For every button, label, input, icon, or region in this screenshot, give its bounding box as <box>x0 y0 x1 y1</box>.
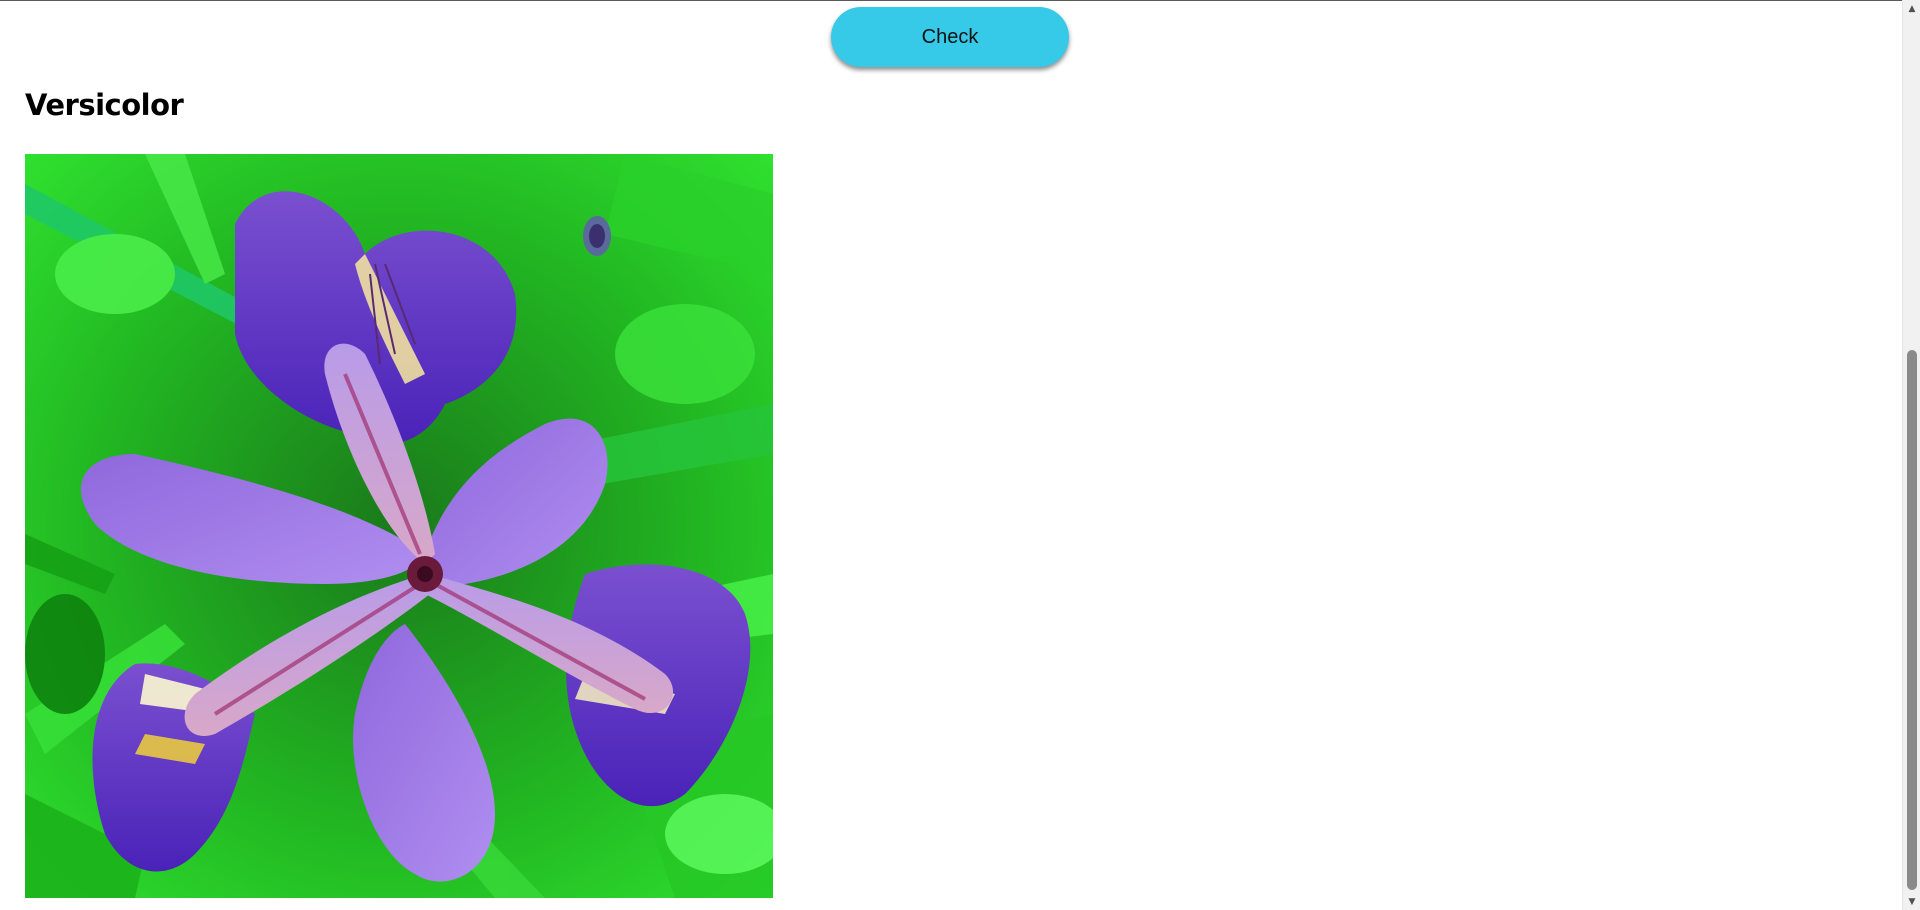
iris-flower-image <box>25 154 773 898</box>
vertical-scrollbar[interactable]: ▲ ▼ <box>1902 0 1920 910</box>
page-title: Versicolor <box>25 88 184 122</box>
page-content: Check Versicolor <box>0 0 1902 910</box>
scroll-thumb[interactable] <box>1907 350 1917 890</box>
scroll-up-arrow-icon[interactable]: ▲ <box>1903 0 1920 17</box>
check-button[interactable]: Check <box>831 7 1069 67</box>
scroll-down-arrow-icon[interactable]: ▼ <box>1903 893 1920 910</box>
